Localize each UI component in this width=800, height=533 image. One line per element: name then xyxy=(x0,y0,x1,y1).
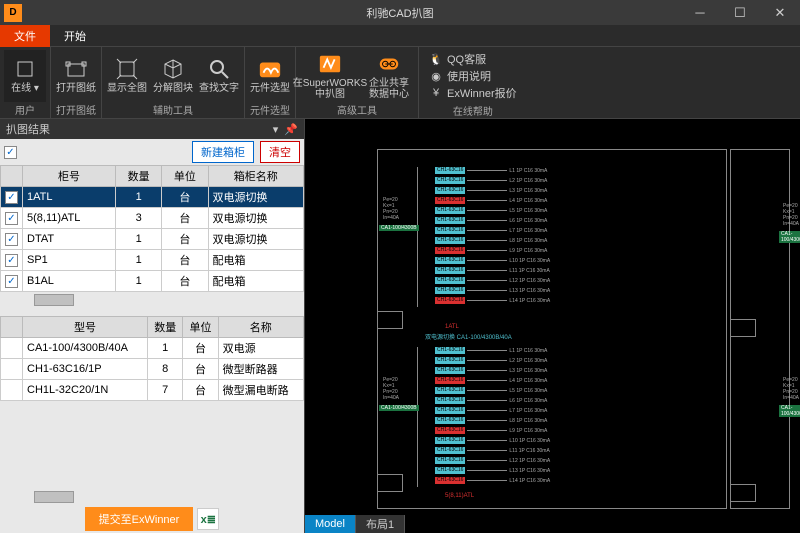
ribbon-group-component: 元件选型 元件选型 xyxy=(245,47,296,118)
tab-file[interactable]: 文件 xyxy=(0,25,50,47)
find-text-button[interactable]: 查找文字 xyxy=(198,50,240,102)
component-table: 型号数量单位名称 CA1-100/4300B/40A1台双电源CH1-63C16… xyxy=(0,316,304,401)
ribbon-group-user: 在线 ▾ 用户 xyxy=(0,47,51,118)
canvas-tabs: Model 布局1 xyxy=(305,515,405,533)
drawing-canvas[interactable]: CH1-63C16L1 1P C16 30mACH1-63C16L2 1P C1… xyxy=(305,119,800,533)
panel-footer: 提交至ExWinner x≣ xyxy=(0,505,304,533)
manual-button[interactable]: ◉使用说明 xyxy=(429,68,517,84)
open-drawing-button[interactable]: 打开图纸 xyxy=(55,50,97,102)
link-icon xyxy=(377,52,401,76)
zoom-extents-icon xyxy=(115,57,139,81)
ribbon-group-open: 打开图纸 打开图纸 xyxy=(51,47,102,118)
new-cabinet-button[interactable]: 新建箱柜 xyxy=(192,141,254,163)
app-title: 利驰CAD扒图 xyxy=(366,5,433,21)
titlebar: D 利驰CAD扒图 ─ ☐ ✕ xyxy=(0,0,800,25)
maximize-button[interactable]: ☐ xyxy=(720,0,760,25)
panel-toolbar: ✓ 新建箱柜 清空 xyxy=(0,139,304,165)
table-row[interactable]: ✓B1AL1台配电箱 xyxy=(1,271,304,292)
table-row[interactable]: ✓1ATL1台双电源切换 xyxy=(1,187,304,208)
clear-button[interactable]: 清空 xyxy=(260,141,300,163)
table-row[interactable]: ✓SP11台配电箱 xyxy=(1,250,304,271)
ribbon-group-advanced: 在SuperWORKS 中扒图 企业共享 数据中心 高级工具 xyxy=(296,47,419,118)
show-all-button[interactable]: 显示全图 xyxy=(106,50,148,102)
search-icon xyxy=(207,57,231,81)
tab-layout1[interactable]: 布局1 xyxy=(356,515,405,533)
datacenter-button[interactable]: 企业共享 数据中心 xyxy=(364,50,414,102)
content-area: 扒图结果 ▾ 📌 ✓ 新建箱柜 清空 柜号数量单位箱柜名称 ✓1ATL1台双电源… xyxy=(0,119,800,533)
results-panel: 扒图结果 ▾ 📌 ✓ 新建箱柜 清空 柜号数量单位箱柜名称 ✓1ATL1台双电源… xyxy=(0,119,305,533)
row-checkbox[interactable]: ✓ xyxy=(5,212,18,225)
qq-icon: 🐧 xyxy=(429,52,443,66)
help-icon: ◉ xyxy=(429,69,443,83)
cabinet-table: 柜号数量单位箱柜名称 ✓1ATL1台双电源切换✓5(8,11)ATL3台双电源切… xyxy=(0,165,304,292)
export-excel-button[interactable]: x≣ xyxy=(197,508,219,530)
scrollbar-1[interactable] xyxy=(0,292,304,308)
select-all-checkbox[interactable]: ✓ xyxy=(4,146,17,159)
component-icon xyxy=(258,57,282,81)
table-row[interactable]: CH1-63C16/1P8台微型断路器 xyxy=(1,359,304,380)
row-checkbox[interactable]: ✓ xyxy=(5,233,18,246)
panel-header: 扒图结果 ▾ 📌 xyxy=(0,119,304,139)
explode-block-button[interactable]: 分解图块 xyxy=(152,50,194,102)
row-checkbox[interactable]: ✓ xyxy=(5,191,18,204)
quote-icon: ¥ xyxy=(429,86,443,100)
table-row[interactable]: ✓5(8,11)ATL3台双电源切换 xyxy=(1,208,304,229)
open-icon xyxy=(64,57,88,81)
tab-model[interactable]: Model xyxy=(305,515,356,533)
online-button[interactable]: 在线 ▾ xyxy=(4,50,46,102)
ribbon-group-help: 🐧QQ客服 ◉使用说明 ¥ExWinner报价 在线帮助 xyxy=(419,47,527,118)
qq-support-button[interactable]: 🐧QQ客服 xyxy=(429,51,517,67)
scrollbar-2[interactable] xyxy=(0,489,304,505)
submit-exwinner-button[interactable]: 提交至ExWinner xyxy=(85,507,194,531)
user-icon xyxy=(13,57,37,81)
close-button[interactable]: ✕ xyxy=(760,0,800,25)
table-row[interactable]: ✓DTAT1台双电源切换 xyxy=(1,229,304,250)
superworks-icon xyxy=(318,52,342,76)
table-row[interactable]: CA1-100/4300B/40A1台双电源 xyxy=(1,338,304,359)
component-select-button[interactable]: 元件选型 xyxy=(249,50,291,102)
panel-dropdown-icon[interactable]: ▾ xyxy=(273,123,279,136)
row-checkbox[interactable]: ✓ xyxy=(5,254,18,267)
ribbon-group-tools: 显示全图 分解图块 查找文字 辅助工具 xyxy=(102,47,245,118)
row-checkbox[interactable]: ✓ xyxy=(5,275,18,288)
cube-icon xyxy=(161,57,185,81)
minimize-button[interactable]: ─ xyxy=(680,0,720,25)
menu-tabs: 文件 开始 xyxy=(0,25,800,47)
tab-start[interactable]: 开始 xyxy=(50,25,100,47)
panel-pin-icon[interactable]: 📌 xyxy=(284,123,298,136)
app-icon: D xyxy=(4,4,22,22)
ribbon: 在线 ▾ 用户 打开图纸 打开图纸 显示全图 分解图块 查找文字 xyxy=(0,47,800,119)
table-row[interactable]: CH1L-32C20/1N7台微型漏电断路 xyxy=(1,380,304,401)
drawing-frame-1 xyxy=(377,149,727,509)
exwinner-quote-button[interactable]: ¥ExWinner报价 xyxy=(429,85,517,101)
superworks-button[interactable]: 在SuperWORKS 中扒图 xyxy=(300,50,360,102)
